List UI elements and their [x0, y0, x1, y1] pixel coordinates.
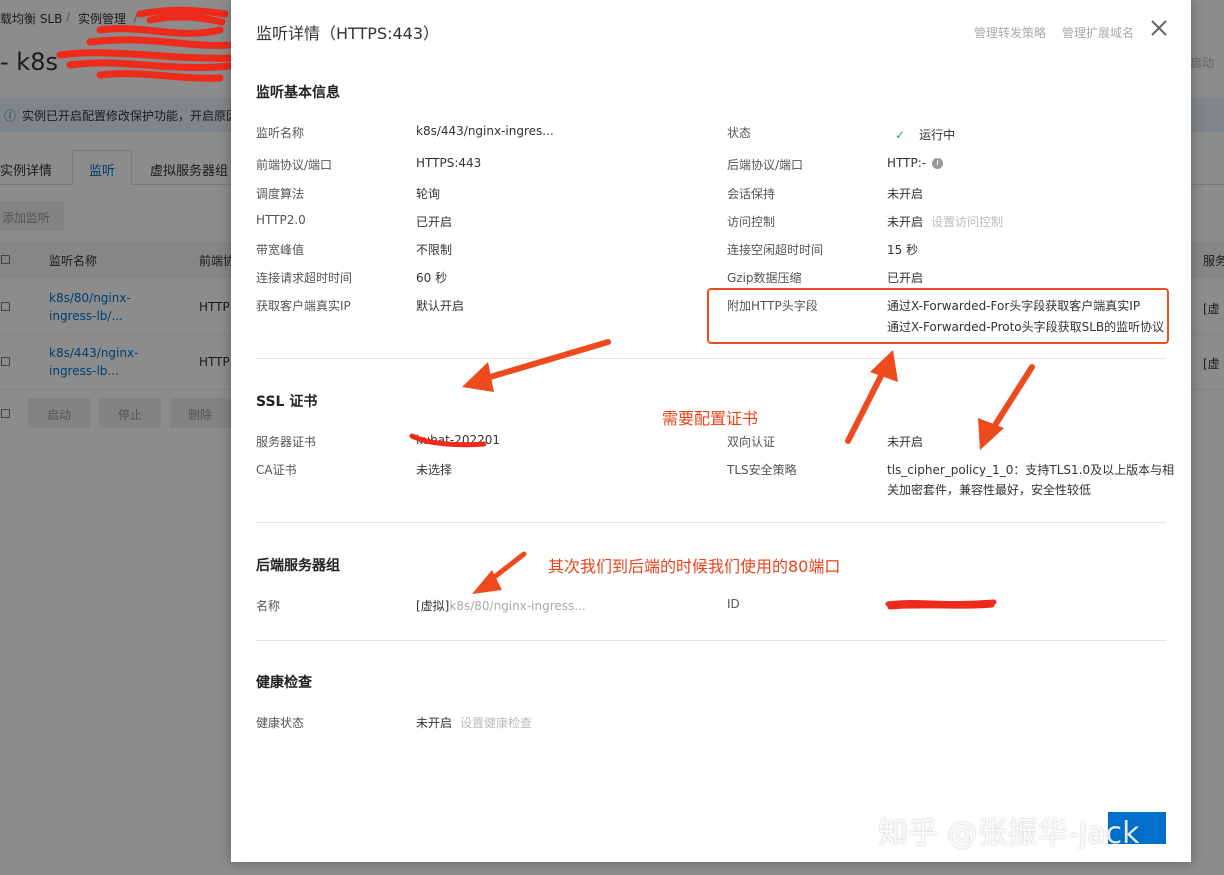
watermark: 知乎 @张振华-Jack	[878, 816, 1140, 851]
annotation-arrows	[462, 339, 1035, 594]
